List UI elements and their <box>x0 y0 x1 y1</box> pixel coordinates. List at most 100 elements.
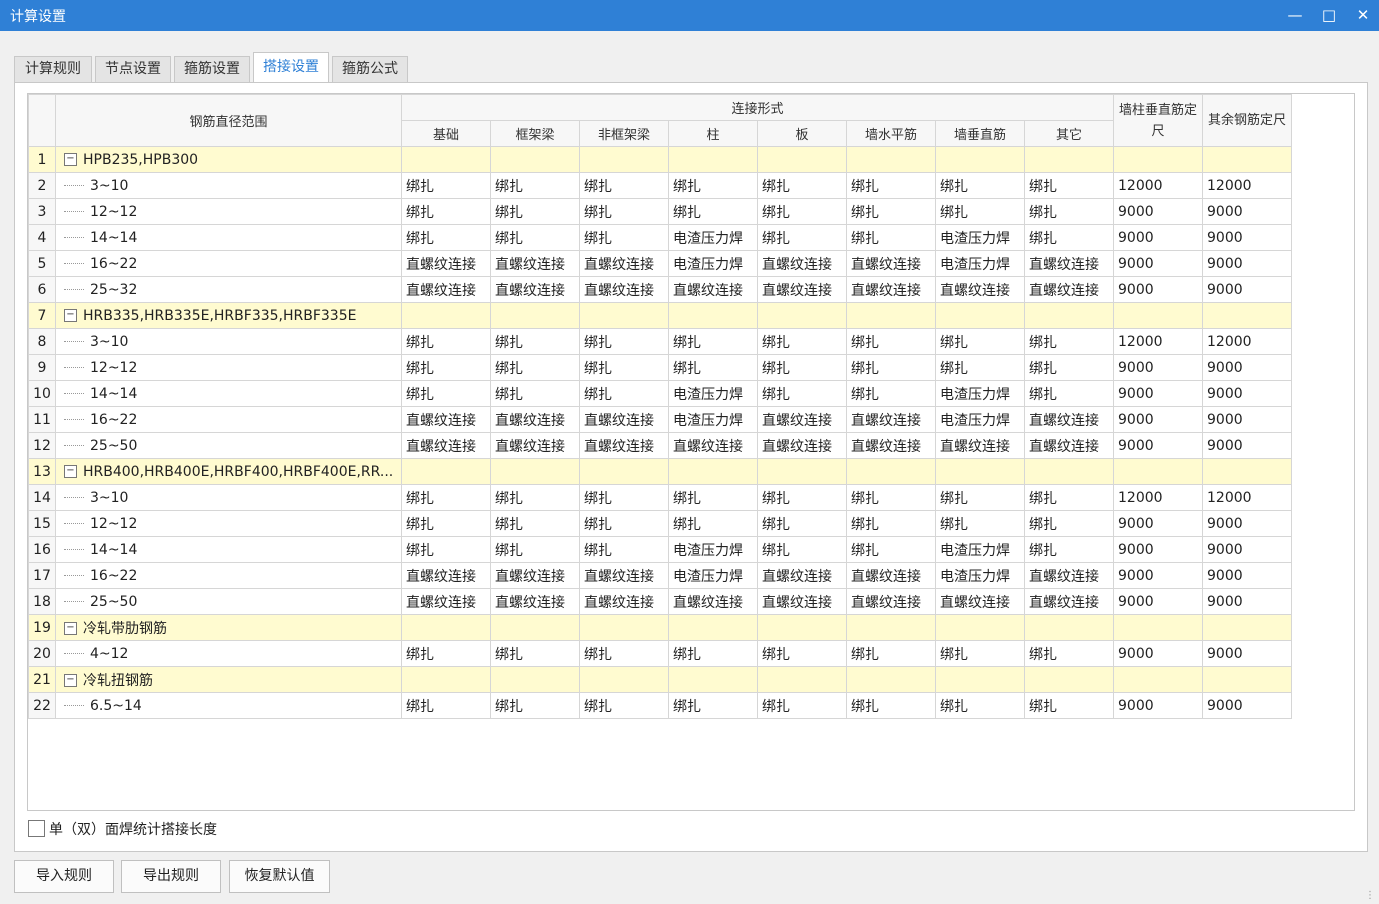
connection-type-cell[interactable]: 绑扎 <box>401 354 491 381</box>
length-cell[interactable]: 9000 <box>1113 224 1203 251</box>
connection-type-cell[interactable]: 直螺纹连接 <box>935 588 1025 615</box>
connection-type-cell[interactable]: 绑扎 <box>935 198 1025 225</box>
connection-type-cell[interactable]: 绑扎 <box>846 172 936 199</box>
connection-type-cell[interactable]: 直螺纹连接 <box>846 250 936 277</box>
table-row[interactable]: 20 4~12 绑扎 绑扎 绑扎 绑扎 绑扎 绑扎 绑扎 绑扎 9000 9000 <box>28 640 1292 667</box>
group-empty-cell[interactable] <box>1113 146 1203 173</box>
grade-group-cell[interactable]: − HPB235,HPB300 <box>55 146 402 173</box>
connection-type-cell[interactable]: 绑扎 <box>757 224 847 251</box>
connection-type-cell[interactable]: 绑扎 <box>401 380 491 407</box>
length-cell[interactable]: 9000 <box>1113 198 1203 225</box>
connection-type-cell[interactable]: 直螺纹连接 <box>401 562 491 589</box>
connection-type-cell[interactable]: 绑扎 <box>757 640 847 667</box>
connection-type-cell[interactable]: 电渣压力焊 <box>668 224 758 251</box>
tab-stirrup-settings[interactable]: 箍筋设置 <box>174 56 250 82</box>
tab-node-settings[interactable]: 节点设置 <box>95 56 171 82</box>
group-empty-cell[interactable] <box>579 666 669 693</box>
collapse-icon[interactable]: − <box>64 309 77 322</box>
length-cell[interactable]: 9000 <box>1202 276 1292 303</box>
group-empty-cell[interactable] <box>757 666 847 693</box>
group-empty-cell[interactable] <box>1202 458 1292 485</box>
diameter-range-cell[interactable]: 25~50 <box>55 432 402 459</box>
connection-type-cell[interactable]: 绑扎 <box>579 328 669 355</box>
connection-type-cell[interactable]: 绑扎 <box>579 640 669 667</box>
group-empty-cell[interactable] <box>846 302 936 329</box>
length-cell[interactable]: 9000 <box>1113 354 1203 381</box>
diameter-range-cell[interactable]: 12~12 <box>55 510 402 537</box>
group-empty-cell[interactable] <box>757 458 847 485</box>
connection-type-cell[interactable]: 绑扎 <box>401 510 491 537</box>
diameter-range-cell[interactable]: 12~12 <box>55 198 402 225</box>
table-row[interactable]: 6 25~32 直螺纹连接 直螺纹连接 直螺纹连接 直螺纹连接 直螺纹连接 直螺纹连接 直螺纹连… <box>28 276 1292 303</box>
group-empty-cell[interactable] <box>668 458 758 485</box>
group-empty-cell[interactable] <box>846 666 936 693</box>
connection-type-cell[interactable]: 绑扎 <box>846 328 936 355</box>
diameter-range-cell[interactable]: 14~14 <box>55 380 402 407</box>
tab-stirrup-formula[interactable]: 箍筋公式 <box>332 56 408 82</box>
connection-type-cell[interactable]: 直螺纹连接 <box>490 406 580 433</box>
connection-type-cell[interactable]: 绑扎 <box>757 484 847 511</box>
connection-type-cell[interactable]: 直螺纹连接 <box>846 432 936 459</box>
group-empty-cell[interactable] <box>668 302 758 329</box>
connection-type-cell[interactable]: 绑扎 <box>757 328 847 355</box>
connection-type-cell[interactable]: 绑扎 <box>846 536 936 563</box>
group-empty-cell[interactable] <box>846 614 936 641</box>
group-empty-cell[interactable] <box>490 302 580 329</box>
connection-type-cell[interactable]: 绑扎 <box>490 484 580 511</box>
connection-type-cell[interactable]: 直螺纹连接 <box>579 432 669 459</box>
diameter-range-cell[interactable]: 25~50 <box>55 588 402 615</box>
connection-type-cell[interactable]: 绑扎 <box>935 354 1025 381</box>
length-cell[interactable]: 9000 <box>1113 692 1203 719</box>
connection-type-cell[interactable]: 绑扎 <box>757 354 847 381</box>
length-cell[interactable]: 9000 <box>1202 380 1292 407</box>
connection-type-cell[interactable]: 绑扎 <box>1024 172 1114 199</box>
group-empty-cell[interactable] <box>490 666 580 693</box>
diameter-range-cell[interactable]: 16~22 <box>55 406 402 433</box>
connection-type-cell[interactable]: 直螺纹连接 <box>935 276 1025 303</box>
length-cell[interactable]: 9000 <box>1113 588 1203 615</box>
table-row[interactable]: 22 6.5~14 绑扎 绑扎 绑扎 绑扎 绑扎 绑扎 绑扎 绑扎 9000 9000 <box>28 692 1292 719</box>
group-empty-cell[interactable] <box>1024 666 1114 693</box>
connection-type-cell[interactable]: 绑扎 <box>401 224 491 251</box>
group-row[interactable]: 1− HPB235,HPB300 <box>28 146 1292 173</box>
connection-type-cell[interactable]: 直螺纹连接 <box>490 588 580 615</box>
connection-type-cell[interactable]: 电渣压力焊 <box>935 380 1025 407</box>
length-cell[interactable]: 9000 <box>1202 588 1292 615</box>
connection-type-cell[interactable]: 直螺纹连接 <box>1024 276 1114 303</box>
connection-type-cell[interactable]: 绑扎 <box>490 692 580 719</box>
group-empty-cell[interactable] <box>401 302 491 329</box>
connection-type-cell[interactable]: 绑扎 <box>846 380 936 407</box>
group-empty-cell[interactable] <box>668 614 758 641</box>
group-empty-cell[interactable] <box>1202 614 1292 641</box>
group-empty-cell[interactable] <box>757 146 847 173</box>
table-row[interactable]: 4 14~14 绑扎 绑扎 绑扎 电渣压力焊 绑扎 绑扎 电渣压力焊 绑扎 9000 9000 <box>28 224 1292 251</box>
group-empty-cell[interactable] <box>579 614 669 641</box>
grade-group-cell[interactable]: − 冷轧带肋钢筋 <box>55 614 402 641</box>
group-empty-cell[interactable] <box>490 458 580 485</box>
connection-type-cell[interactable]: 直螺纹连接 <box>668 588 758 615</box>
collapse-icon[interactable]: − <box>64 622 77 635</box>
connection-type-cell[interactable]: 直螺纹连接 <box>1024 406 1114 433</box>
group-empty-cell[interactable] <box>1024 146 1114 173</box>
diameter-range-cell[interactable]: 3~10 <box>55 484 402 511</box>
connection-type-cell[interactable]: 绑扎 <box>1024 354 1114 381</box>
group-empty-cell[interactable] <box>935 666 1025 693</box>
connection-type-cell[interactable]: 绑扎 <box>935 484 1025 511</box>
connection-type-cell[interactable]: 绑扎 <box>579 224 669 251</box>
connection-type-cell[interactable]: 绑扎 <box>401 484 491 511</box>
connection-type-cell[interactable]: 直螺纹连接 <box>757 588 847 615</box>
connection-type-cell[interactable]: 绑扎 <box>1024 328 1114 355</box>
connection-type-cell[interactable]: 绑扎 <box>401 172 491 199</box>
diameter-range-cell[interactable]: 16~22 <box>55 250 402 277</box>
group-row[interactable]: 13− HRB400,HRB400E,HRBF400,HRBF400E,RR... <box>28 458 1292 485</box>
table-row[interactable]: 18 25~50 直螺纹连接 直螺纹连接 直螺纹连接 直螺纹连接 直螺纹连接 直螺纹连接 直螺纹… <box>28 588 1292 615</box>
connection-type-cell[interactable]: 直螺纹连接 <box>1024 432 1114 459</box>
connection-type-cell[interactable]: 绑扎 <box>579 510 669 537</box>
connection-type-cell[interactable]: 直螺纹连接 <box>757 406 847 433</box>
connection-type-cell[interactable]: 直螺纹连接 <box>1024 562 1114 589</box>
length-cell[interactable]: 9000 <box>1113 276 1203 303</box>
grade-group-cell[interactable]: − HRB400,HRB400E,HRBF400,HRBF400E,RR... <box>55 458 402 485</box>
connection-type-cell[interactable]: 绑扎 <box>1024 640 1114 667</box>
connection-type-cell[interactable]: 直螺纹连接 <box>846 562 936 589</box>
diameter-range-cell[interactable]: 12~12 <box>55 354 402 381</box>
